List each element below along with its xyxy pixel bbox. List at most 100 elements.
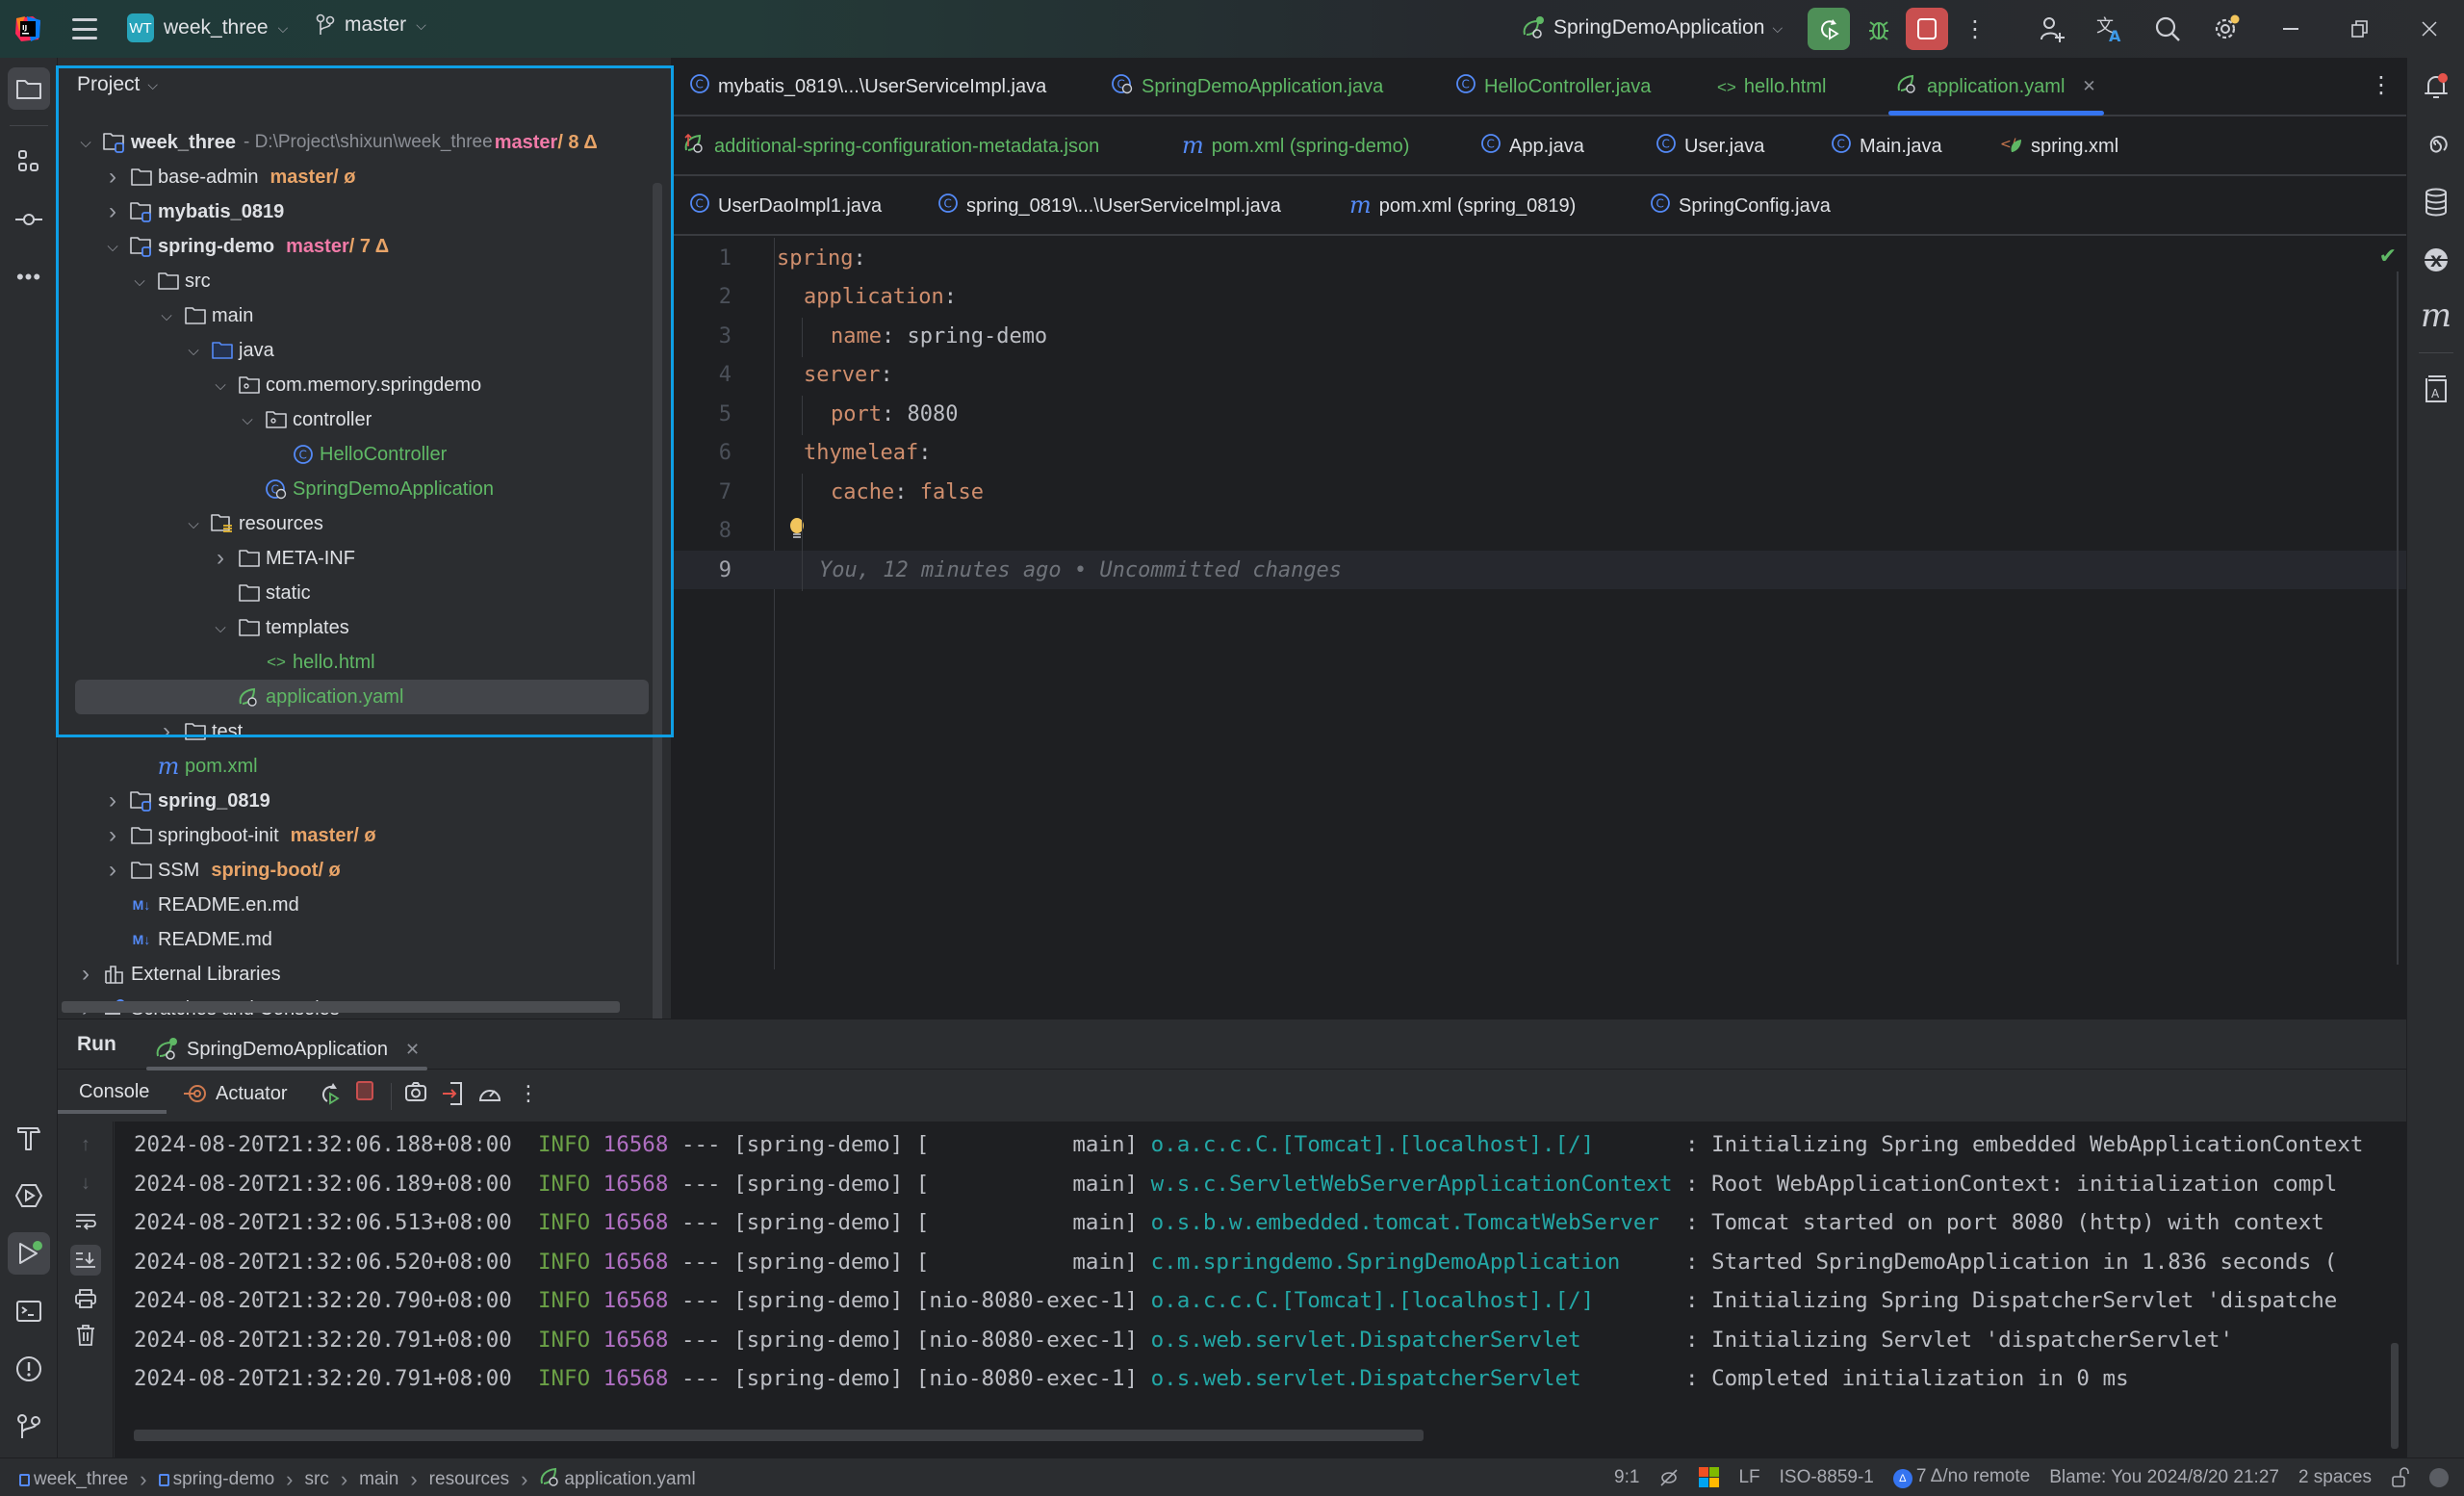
tree-item[interactable]: › base-admin master / ø [58,160,654,194]
xpath-button[interactable]: X [2419,243,2453,277]
scroll-up-button[interactable]: ↑ [70,1129,101,1160]
tree-item[interactable]: M↓ README.md [58,922,654,957]
line-number[interactable]: 7 [674,480,732,504]
editor-tab[interactable]: C HelloController.java [1455,58,1651,116]
tree-item[interactable]: <> hello.html [58,645,654,680]
close-tab-icon[interactable]: ✕ [2082,77,2095,96]
blame-info[interactable]: Blame: You 2024/8/20 21:27 [2049,1467,2279,1488]
tree-item[interactable]: › META-INF [58,541,654,576]
bookmarks-button[interactable]: A [2419,372,2453,406]
services-tool-button[interactable] [8,1174,50,1217]
chevron-down-icon[interactable]: ⌵ [75,135,96,151]
rerun-button[interactable] [1808,8,1850,50]
breadcrumb-item[interactable]: week_three [19,1469,128,1490]
project-tool-button[interactable] [8,67,50,110]
editor-tab[interactable]: C User.java [1656,117,1764,175]
line-number[interactable]: 1 [674,246,732,271]
line-number[interactable]: 3 [674,324,732,348]
soft-wrap-button[interactable] [70,1206,101,1237]
tab-actions-more-button[interactable]: ⋮ [2370,71,2393,99]
chevron-down-icon[interactable]: ⌵ [183,343,204,359]
scroll-down-button[interactable]: ↓ [70,1168,101,1199]
editor-tab[interactable]: C UserDaoImpl1.java [689,177,882,235]
editor-tab[interactable]: C App.java [1480,117,1584,175]
editor-tab[interactable]: Cspring_0819\...\UserServiceImpl.java [937,177,1281,235]
editor-tab[interactable]: m pom.xml (spring_0819) [1349,177,1576,235]
tree-item[interactable]: › mybatis_0819 [58,194,654,229]
line-separator[interactable]: LF [1738,1467,1759,1488]
project-vertical-scrollbar[interactable] [653,183,662,1069]
tree-item[interactable]: › test [58,714,654,749]
notifications-button[interactable] [2419,69,2453,104]
editor-tab[interactable]: Cmybatis_0819\...\UserServiceImpl.java [689,58,1046,116]
tree-item[interactable]: ⌵ src [58,264,654,298]
tree-item[interactable]: M↓ README.en.md [58,888,654,922]
tree-item[interactable]: ⌵ week_three - D:\Project\shixun\week_thr… [58,125,654,160]
tree-item[interactable]: static [58,576,654,610]
breadcrumb-item[interactable]: resources [429,1469,509,1490]
chevron-right-icon[interactable]: › [75,961,96,988]
editor-tab[interactable]: m pom.xml (spring-demo) [1182,117,1409,175]
console-output[interactable]: 2024-08-20T21:32:06.188+08:00 INFO 16568… [115,1122,2406,1458]
tree-item[interactable]: ⌵ templates [58,610,654,645]
code-editor[interactable]: ✔ 1 spring: 2 application: 3 name: spring-d… [674,238,2406,969]
exit-button[interactable] [441,1081,464,1106]
tree-item[interactable]: m pom.xml [58,749,654,784]
maven-button[interactable]: m [2419,297,2453,335]
editor-tab[interactable]: C Main.java [1831,117,1942,175]
chevron-right-icon[interactable]: › [210,545,231,572]
tree-item[interactable]: › spring_0819 [58,784,654,818]
code-with-me-button[interactable] [2037,13,2067,44]
file-encoding[interactable]: ISO-8859-1 [1780,1467,1874,1488]
tree-item[interactable]: ⌵ spring-demo master / 7 Δ [58,229,654,264]
stop-button[interactable] [1906,8,1948,50]
breadcrumb-item[interactable]: src [305,1469,329,1490]
chevron-right-icon[interactable]: › [156,718,177,745]
search-button[interactable] [2152,13,2183,44]
more-actions-button[interactable]: ⋮ [518,1081,539,1106]
performance-button[interactable] [477,1081,502,1104]
chevron-down-icon[interactable]: ⌵ [102,239,123,255]
breadcrumb-item[interactable]: application.yaml [539,1466,696,1493]
more-tool-windows-button[interactable]: ••• [8,256,50,298]
tree-item[interactable]: ⌵ main [58,298,654,333]
indent-setting[interactable]: 2 spaces [2298,1467,2372,1488]
tree-item[interactable]: ⌵ com.memory.springdemo [58,368,654,402]
editor-tab[interactable]: application.yaml ✕ [1888,58,2104,116]
editor-tab[interactable]: </ spring.xml [2000,117,2118,175]
settings-button[interactable] [2210,13,2241,44]
tree-item[interactable]: › springboot-init master / ø [58,818,654,853]
line-number[interactable]: 8 [674,519,732,543]
breadcrumb-item[interactable]: spring-demo [158,1469,274,1490]
tree-item[interactable]: C SpringDemoApplication [58,472,654,506]
close-window-button[interactable] [2414,13,2445,44]
chevron-down-icon[interactable]: ⌵ [210,620,231,636]
intellij-logo-icon[interactable]: IJ [13,14,42,43]
vcs-status[interactable]: Δ7 Δ/no remote [1892,1466,2030,1488]
chevron-right-icon[interactable]: › [102,198,123,225]
rerun-button[interactable] [318,1081,341,1106]
scroll-to-end-button[interactable] [70,1245,101,1276]
close-tab-icon[interactable]: ✕ [405,1040,420,1060]
git-tool-button[interactable] [8,1406,50,1448]
breadcrumb-item[interactable]: main [359,1469,398,1490]
tree-item[interactable]: › External Libraries [58,957,654,992]
chevron-right-icon[interactable]: › [102,164,123,191]
stop-button[interactable] [356,1081,373,1100]
caret-position[interactable]: 9:1 [1614,1467,1639,1488]
editor-tab[interactable]: additional-spring-configuration-metadata… [683,117,1099,175]
chevron-down-icon[interactable]: ⌵ [129,273,150,290]
line-number[interactable]: 4 [674,363,732,387]
clear-all-button[interactable] [70,1320,101,1351]
windows-logo-icon[interactable] [1699,1467,1720,1487]
unlock-icon[interactable] [2391,1466,2410,1488]
tree-item[interactable]: ⌵ resources [58,506,654,541]
chevron-down-icon[interactable]: ⌵ [237,412,258,428]
translate-button[interactable]: 文A [2094,13,2125,44]
chevron-right-icon[interactable]: › [102,787,123,814]
actuator-tab[interactable]: Actuator [183,1081,287,1106]
screenshot-button[interactable] [404,1081,427,1102]
editor-tab[interactable]: C SpringDemoApplication.java [1111,58,1383,116]
tree-item[interactable]: ⌵ java [58,333,654,368]
terminal-tool-button[interactable] [8,1290,50,1332]
